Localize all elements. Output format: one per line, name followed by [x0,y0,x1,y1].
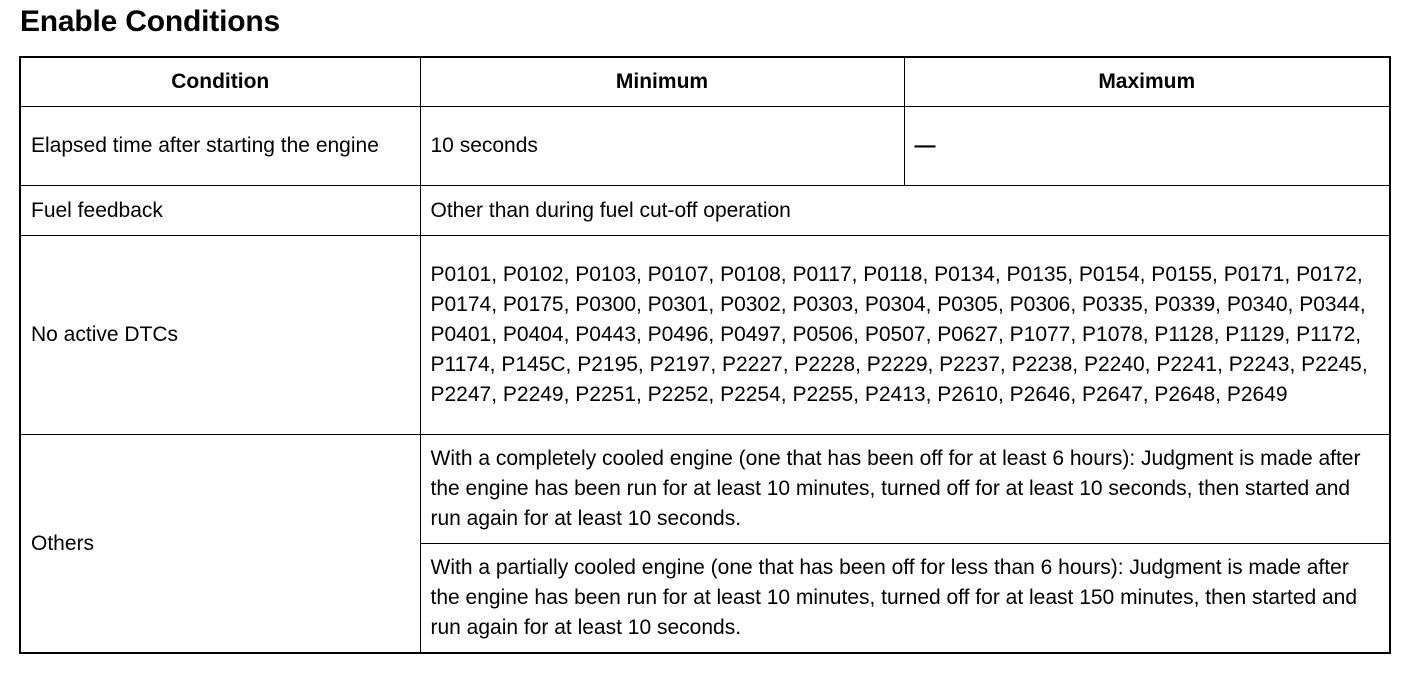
minimum-elapsed-time: 10 seconds [419,106,905,186]
value-others-partially-cooled: With a partially cooled engine (one that… [419,543,1391,654]
table-row: Fuel feedback Other than during fuel cut… [19,185,1391,236]
condition-elapsed-time: Elapsed time after starting the engine [19,106,421,186]
value-dtc-list: P0101, P0102, P0103, P0107, P0108, P0117… [419,235,1391,435]
condition-fuel-feedback: Fuel feedback [19,185,421,236]
page-title: Enable Conditions [20,5,280,38]
enable-conditions-table: Condition Minimum Maximum Elapsed time a… [19,56,1391,654]
header-minimum: Minimum [419,56,905,107]
value-fuel-feedback: Other than during fuel cut-off operation [419,185,1391,236]
condition-others: Others [19,434,421,654]
table-row: Elapsed time after starting the engine 1… [19,106,1391,186]
header-condition: Condition [19,56,421,107]
table-header-row: Condition Minimum Maximum [19,56,1391,107]
table-row: Others With a completely cooled engine (… [19,434,1391,654]
value-others-completely-cooled: With a completely cooled engine (one tha… [419,434,1391,544]
maximum-elapsed-time: — [903,106,1391,186]
table-row: No active DTCs P0101, P0102, P0103, P010… [19,235,1391,435]
condition-no-active-dtcs: No active DTCs [19,235,421,435]
header-maximum: Maximum [903,56,1391,107]
